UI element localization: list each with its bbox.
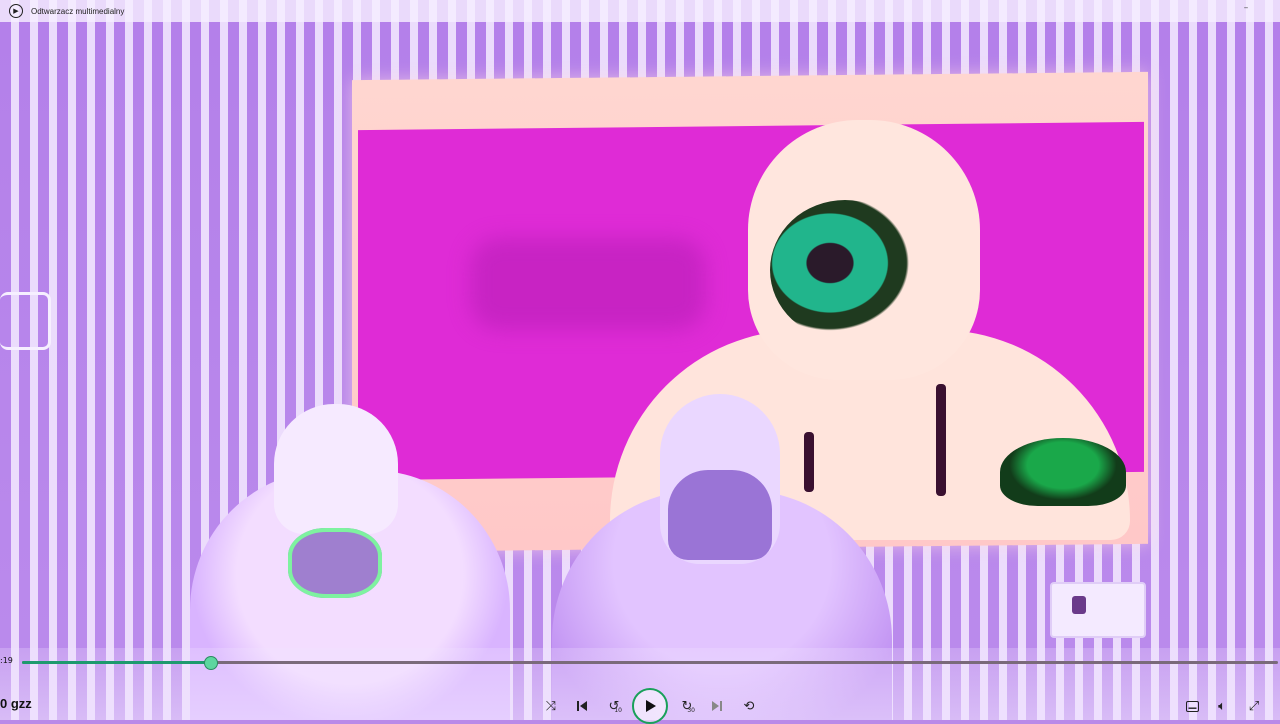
forward-button[interactable]: ↻ 30 [677,696,697,716]
subtitles-button[interactable] [1182,696,1202,716]
person-left-beanie [274,404,398,534]
forward-seconds-label: 30 [687,707,695,714]
media-title: 0 gzz [0,696,32,711]
play-circle-icon: ▶ [9,4,23,18]
rewind-button[interactable]: ↺ 10 [604,696,624,716]
person-left-face [288,528,382,598]
tv-green-cap [1000,438,1126,506]
tv-person-face [770,200,920,340]
next-button[interactable] [707,696,727,716]
fullscreen-button[interactable]: ⤢ [1244,696,1264,716]
minimize-button[interactable]: – [1238,3,1254,17]
volume-icon: 🔈︎ [1218,698,1226,714]
hoodie-cord-right [936,384,946,496]
fullscreen-icon: ⤢ [1248,698,1260,714]
repeat-button[interactable]: ⟲ [739,696,759,716]
play-icon [646,700,656,712]
title-bar[interactable]: ▶ Odtwarzacz multimedialny – [0,0,1280,22]
wall-socket [1050,582,1146,638]
play-button[interactable] [632,688,668,724]
person-middle-hands [668,470,772,560]
seek-bar-progress [22,661,211,664]
hoodie-cord-left [804,432,814,492]
previous-track-icon [577,701,587,711]
video-frame[interactable] [0,0,1280,720]
time-elapsed: :19 [0,656,13,665]
subtitles-icon [1185,700,1199,712]
shuffle-button[interactable]: ⤨ [541,696,561,716]
rewind-seconds-label: 10 [614,707,622,714]
seek-bar-thumb[interactable] [204,656,219,670]
previous-button[interactable] [572,696,592,716]
wall-plug [1072,596,1086,614]
blurred-text-region [470,238,706,330]
next-track-icon [712,701,722,711]
repeat-icon: ⟲ [743,698,755,714]
window-title: Odtwarzacz multimedialny [31,6,125,16]
wall-bracket [0,292,51,350]
seek-bar[interactable] [22,656,1278,670]
volume-button[interactable]: 🔈︎ [1212,696,1232,716]
shuffle-icon: ⤨ [545,698,557,714]
player-controls: :19 0 gzz ⤨ ↺ 10 ↻ 30 ⟲ 🔈︎ ⤢ [0,648,1280,724]
